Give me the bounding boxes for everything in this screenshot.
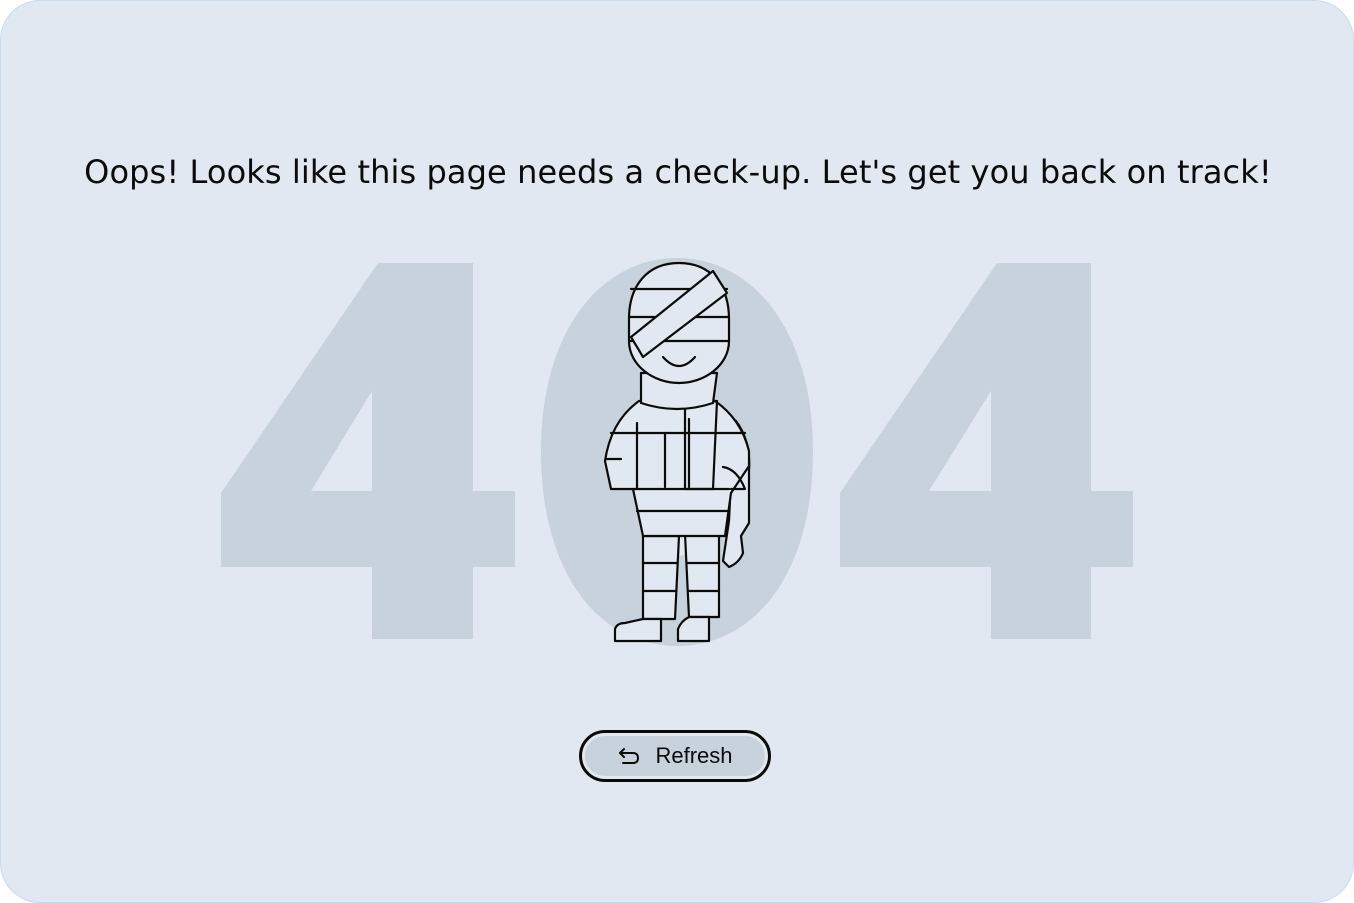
refresh-label: Refresh xyxy=(655,743,733,768)
refresh-button[interactable]: Refresh xyxy=(579,730,771,782)
error-card: Oops! Looks like this page needs a check… xyxy=(0,0,1354,903)
right-leg xyxy=(683,532,721,619)
left-leg xyxy=(641,534,681,621)
right-foot xyxy=(676,615,711,643)
refresh-button-inner: Refresh xyxy=(585,736,765,776)
digit-four-left xyxy=(221,263,515,639)
return-arrow-icon xyxy=(617,746,641,766)
digit-four-right xyxy=(840,263,1133,639)
left-foot xyxy=(613,617,663,643)
